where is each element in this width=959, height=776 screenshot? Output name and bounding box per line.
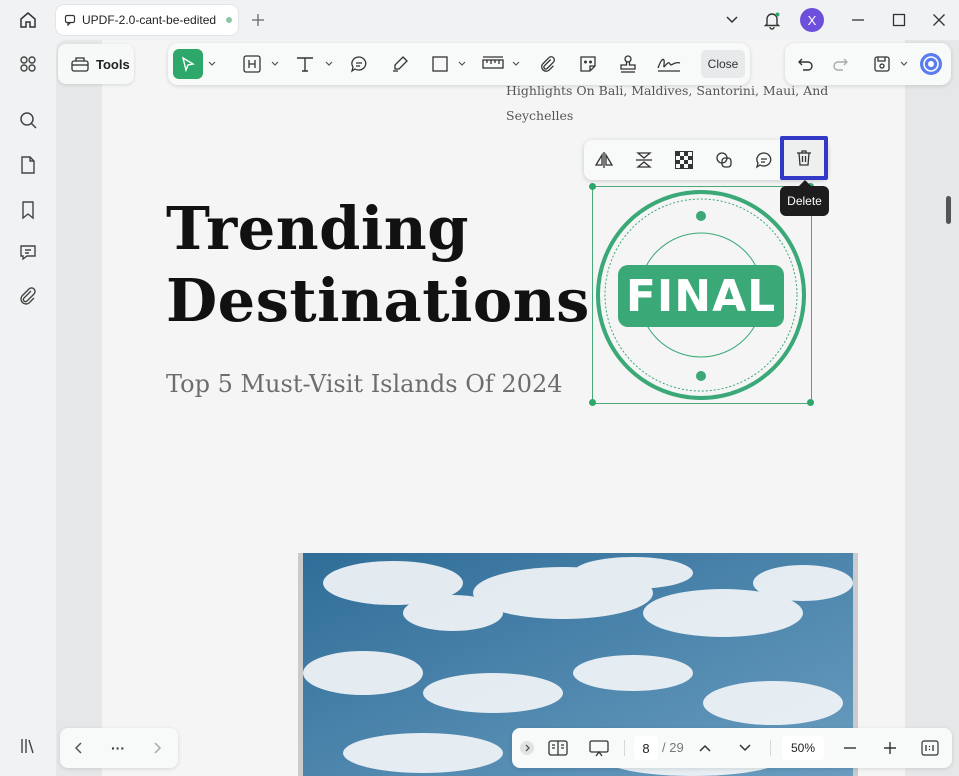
flip-horizontal-icon[interactable] [590,146,618,174]
copy-icon[interactable] [710,146,738,174]
expand-icon[interactable] [518,734,536,762]
chevron-down-icon[interactable] [512,61,520,67]
headline-line: Trending [166,194,469,263]
signature-icon[interactable] [654,50,684,78]
chevron-down-icon[interactable] [900,61,908,67]
text-tool-icon[interactable] [292,50,318,78]
chevron-down-icon[interactable] [271,61,279,67]
divider [624,740,625,756]
chevron-down-icon[interactable] [325,61,333,67]
headline-line: Destinations [166,266,590,335]
comment-icon[interactable] [750,146,778,174]
pages-icon[interactable] [14,151,42,179]
comment-tool-icon[interactable] [346,50,372,78]
page-layout-icon[interactable] [546,734,570,762]
right-toolbar [785,43,951,85]
page-headline: Trending Destinations [166,193,590,337]
sticker-icon[interactable] [576,50,600,78]
opacity-icon[interactable] [670,146,698,174]
home-icon[interactable] [10,2,46,38]
comments-icon[interactable] [14,238,42,266]
attachment-icon[interactable] [536,50,560,78]
highlighter-icon[interactable] [388,50,412,78]
attachment-icon[interactable] [14,282,42,310]
cursor-arrow-icon [181,56,195,72]
chevron-down-icon[interactable] [734,734,756,762]
more-button[interactable]: ··· [104,734,132,762]
undo-icon[interactable] [793,50,819,78]
title-bar: UPDF-2.0-cant-be-edited X [0,0,959,40]
redo-icon[interactable] [827,50,853,78]
page-subtitle: Top 5 Must-Visit Islands Of 2024 [166,370,563,398]
chevron-down-icon[interactable] [714,2,750,38]
close-toolbar-button[interactable]: Close [701,50,745,78]
page-total: / 29 [662,740,684,755]
zoom-out-icon[interactable] [838,734,862,762]
chevron-down-icon[interactable] [458,61,466,67]
delete-tooltip: Delete [780,186,829,216]
tools-label: Tools [96,56,130,72]
tab-title: UPDF-2.0-cant-be-edited [82,13,217,27]
chevron-right-icon[interactable] [146,734,168,762]
highlights-text: Highlights On Bali, Maldives, Santorini,… [506,78,836,128]
bookmark-icon[interactable] [14,196,42,224]
delete-button[interactable] [780,136,828,180]
minimize-button[interactable] [840,2,876,38]
comment-icon [64,14,76,26]
stamp-label: FINAL [625,270,777,322]
annotation-toolbar: Close [168,43,750,85]
page-nav-bar: ··· [60,728,178,768]
current-page-input[interactable]: 8 [634,736,658,760]
heading-tool-icon[interactable] [240,50,264,78]
stamp-tool-icon[interactable] [616,50,640,78]
resize-handle[interactable] [589,399,596,406]
thumbnails-icon[interactable] [14,50,42,78]
rectangle-tool-icon[interactable] [428,50,452,78]
close-window-button[interactable] [921,2,957,38]
measure-tool-icon[interactable] [480,50,506,78]
document-tab[interactable]: UPDF-2.0-cant-be-edited [56,5,238,35]
maximize-button[interactable] [881,2,917,38]
left-sidebar [0,40,56,776]
saved-status-dot [226,17,233,23]
zoom-level-input[interactable]: 50% [782,736,824,760]
resize-handle[interactable] [807,399,814,406]
zoom-in-icon[interactable] [878,734,902,762]
actual-size-icon[interactable] [918,734,942,762]
library-icon[interactable] [14,732,42,760]
page-control-bar: 8 / 29 50% [512,728,952,768]
toolbox-icon [71,57,89,72]
chevron-up-icon[interactable] [694,734,716,762]
ai-assistant-icon[interactable] [917,50,945,78]
divider [770,740,771,756]
notification-bell-icon[interactable] [754,2,790,38]
new-tab-button[interactable] [240,2,276,38]
trash-icon [797,150,811,166]
highlights-line: Seychelles [506,108,574,123]
presentation-icon[interactable] [586,734,612,762]
search-icon[interactable] [14,106,42,134]
save-icon[interactable] [869,50,895,78]
flip-vertical-icon[interactable] [630,146,658,174]
vertical-scrollbar[interactable] [946,196,951,224]
chevron-down-icon[interactable] [208,61,216,67]
stamp-selection-frame[interactable]: FINAL [589,183,814,406]
resize-handle[interactable] [589,183,596,190]
select-tool-button[interactable] [173,49,203,79]
chevron-left-icon[interactable] [68,734,90,762]
avatar[interactable]: X [800,8,824,32]
tools-button[interactable]: Tools [58,44,134,84]
